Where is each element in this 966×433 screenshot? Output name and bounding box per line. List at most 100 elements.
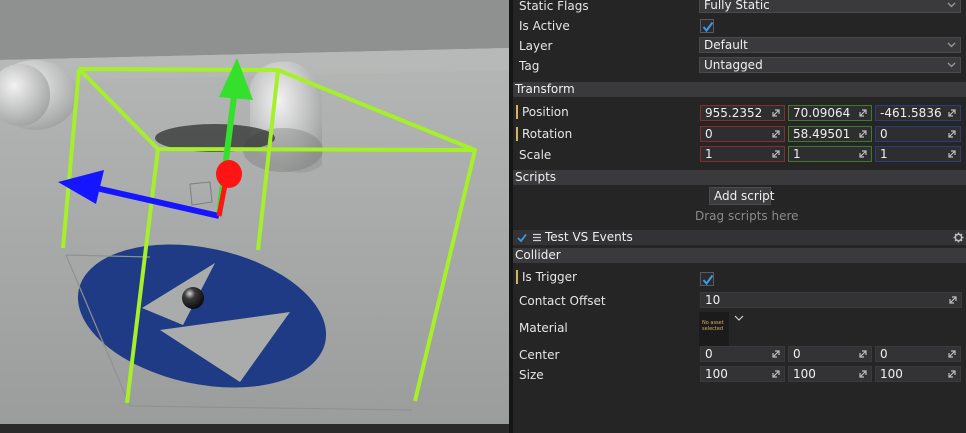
scale-x-field[interactable]: 1 [700,146,785,162]
scene-viewport[interactable] [0,0,509,433]
size-y-field[interactable]: 100 [788,366,872,382]
tag-dropdown[interactable]: Untagged [699,57,961,73]
drag-arrow-icon [859,150,867,158]
center-y-value: 0 [793,347,801,361]
tag-value: Untagged [704,58,763,72]
layer-value: Default [704,38,748,52]
checkmark-icon [702,274,714,286]
capsule-right [243,61,323,173]
drag-arrow-icon [859,109,867,117]
contact-offset-field[interactable]: 10 [700,292,962,308]
drag-arrow-icon [948,350,956,358]
position-y-value: 70.09064 [793,106,851,120]
static-flags-label: Static Flags [519,0,589,13]
scale-y-value: 1 [793,147,801,161]
is-trigger-checkbox[interactable] [700,272,714,286]
tag-row: Tag Untagged [513,57,966,77]
scale-x-value: 1 [705,147,713,161]
layer-dropdown[interactable]: Default [699,37,961,53]
rotation-x-field[interactable]: 0 [700,126,785,142]
rotation-z-value: 0 [880,127,888,141]
drag-arrow-icon [948,109,956,117]
position-z-value: -461.5836 [880,106,942,120]
center-z-value: 0 [880,347,888,361]
contact-offset-label: Contact Offset [519,294,606,308]
drag-arrow-icon [948,150,956,158]
material-asset-picker[interactable]: No asset selected [699,312,729,346]
drag-arrow-icon [949,296,957,304]
scripts-section-header[interactable]: Scripts [513,170,966,185]
material-thumb-text: No asset selected [702,320,724,332]
rotation-y-field[interactable]: 58.49501 [788,126,872,142]
position-x-field[interactable]: 955.2352 [700,105,785,121]
is-active-row: Is Active [513,17,966,37]
center-y-field[interactable]: 0 [788,346,872,362]
script-item-header[interactable]: Test VS Events [513,230,966,245]
scripts-header-label: Scripts [515,170,557,184]
collider-header-label: Collider [515,248,561,262]
drag-arrow-icon [859,130,867,138]
drag-arrow-icon [948,130,956,138]
is-trigger-label: Is Trigger [516,270,577,284]
position-y-field[interactable]: 70.09064 [788,105,872,121]
scale-y-field[interactable]: 1 [788,146,872,162]
center-x-field[interactable]: 0 [700,346,785,362]
size-row: Size 100 100 100 [513,366,966,386]
drag-arrow-icon [772,350,780,358]
checkmark-icon[interactable] [517,233,527,243]
scale-z-value: 1 [880,147,888,161]
is-trigger-row: Is Trigger [513,268,966,288]
checkmark-icon [702,21,714,33]
drag-arrow-icon [948,370,956,378]
position-x-value: 955.2352 [705,106,763,120]
center-z-field[interactable]: 0 [875,346,961,362]
layer-row: Layer Default [513,37,966,57]
contact-offset-value: 10 [705,293,721,307]
transform-section-header[interactable]: Transform [513,82,966,97]
script-item-name: Test VS Events [545,230,633,244]
size-x-field[interactable]: 100 [700,366,785,382]
collider-section-header[interactable]: Collider [513,248,966,263]
properties-panel: Static Flags Fully Static Is Active Laye… [513,0,966,433]
center-label: Center [519,348,560,362]
static-flags-dropdown[interactable]: Fully Static [699,0,961,13]
chevron-down-icon [947,42,956,48]
rotation-row: Rotation 0 58.49501 0 [513,125,966,145]
drag-scripts-hint: Drag scripts here [695,209,799,223]
chevron-down-icon [947,62,956,68]
size-x-value: 100 [705,367,728,381]
add-script-label: Add script [714,189,775,203]
size-y-value: 100 [793,367,816,381]
chevron-down-icon[interactable] [734,314,744,322]
drag-arrow-icon [772,150,780,158]
center-row: Center 0 0 0 [513,346,966,366]
scene-render [0,0,509,433]
center-x-value: 0 [705,347,713,361]
drag-arrow-icon [772,370,780,378]
static-flags-row: Static Flags Fully Static [513,0,966,17]
size-z-field[interactable]: 100 [875,366,961,382]
size-label: Size [519,368,544,382]
position-z-field[interactable]: -461.5836 [875,105,961,121]
scale-label: Scale [519,148,552,162]
material-label: Material [519,321,568,335]
rotation-x-value: 0 [705,127,713,141]
contact-offset-row: Contact Offset 10 [513,292,966,312]
rotation-z-field[interactable]: 0 [875,126,961,142]
drag-arrow-icon [859,370,867,378]
is-active-label: Is Active [519,19,570,33]
scale-z-field[interactable]: 1 [875,146,961,162]
rotation-label: Rotation [516,127,572,141]
drag-arrow-icon [772,109,780,117]
add-script-button[interactable]: Add script [709,187,775,205]
position-row: Position 955.2352 70.09064 -461.5836 [513,103,966,123]
gear-icon[interactable] [953,232,964,243]
is-active-checkbox[interactable] [700,19,714,33]
rotation-y-value: 58.49501 [793,127,851,141]
chevron-down-icon [947,2,956,8]
size-z-value: 100 [880,367,903,381]
drag-handle-icon[interactable] [532,233,542,242]
layer-label: Layer [519,39,553,53]
scale-row: Scale 1 1 1 [513,146,966,166]
drag-arrow-icon [772,130,780,138]
